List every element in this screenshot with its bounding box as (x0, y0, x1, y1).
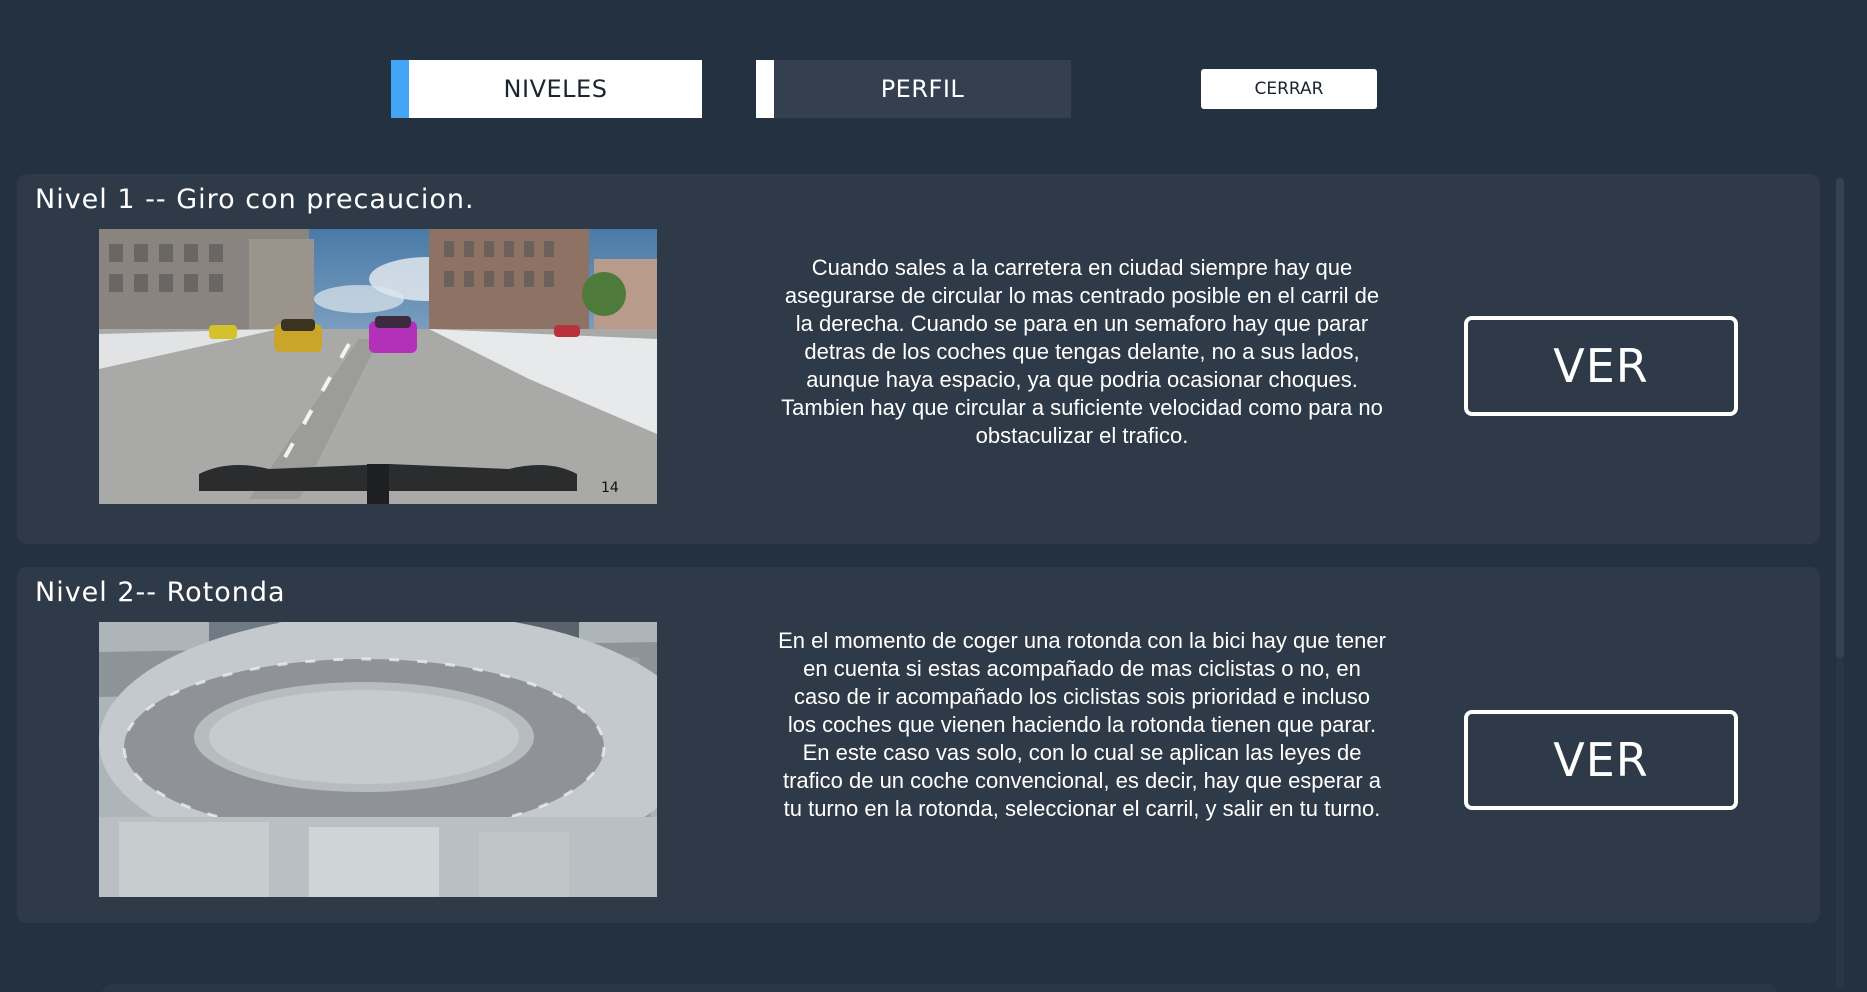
tab-niveles[interactable]: NIVELES (391, 60, 702, 118)
level-card-partial (102, 984, 1777, 992)
level-title: Nivel 1 -- Giro con precaucion. (35, 184, 475, 215)
city-street-scene: 14 (99, 229, 657, 504)
view-level-button[interactable]: VER (1464, 316, 1738, 416)
level-description: Cuando sales a la carretera en ciudad si… (781, 255, 1383, 448)
vertical-scrollbar[interactable] (1836, 178, 1844, 988)
levels-list[interactable]: Nivel 1 -- Giro con precaucion. 14 Cuand… (17, 174, 1820, 992)
tab-indicator (756, 60, 774, 118)
level-2-preview-image (99, 622, 657, 897)
speed-readout: 14 (601, 480, 619, 496)
active-tab-indicator (391, 60, 409, 118)
level-card: Nivel 1 -- Giro con precaucion. 14 Cuand… (17, 174, 1820, 544)
scrollbar-thumb[interactable] (1836, 178, 1844, 658)
top-navigation: NIVELES PERFIL CERRAR (0, 0, 1867, 140)
close-button[interactable]: CERRAR (1201, 69, 1377, 109)
level-1-preview-image: 14 (99, 229, 657, 504)
level-title: Nivel 2-- Rotonda (35, 577, 286, 608)
view-level-button[interactable]: VER (1464, 710, 1738, 810)
tab-niveles-label: NIVELES (503, 75, 608, 103)
tab-perfil-label: PERFIL (880, 75, 965, 103)
tab-perfil[interactable]: PERFIL (756, 60, 1071, 118)
level-card: Nivel 2-- Rotonda En el momento de coger… (17, 567, 1820, 923)
level-description: En el momento de coger una rotonda con l… (778, 628, 1386, 821)
roundabout-scene (99, 622, 657, 897)
